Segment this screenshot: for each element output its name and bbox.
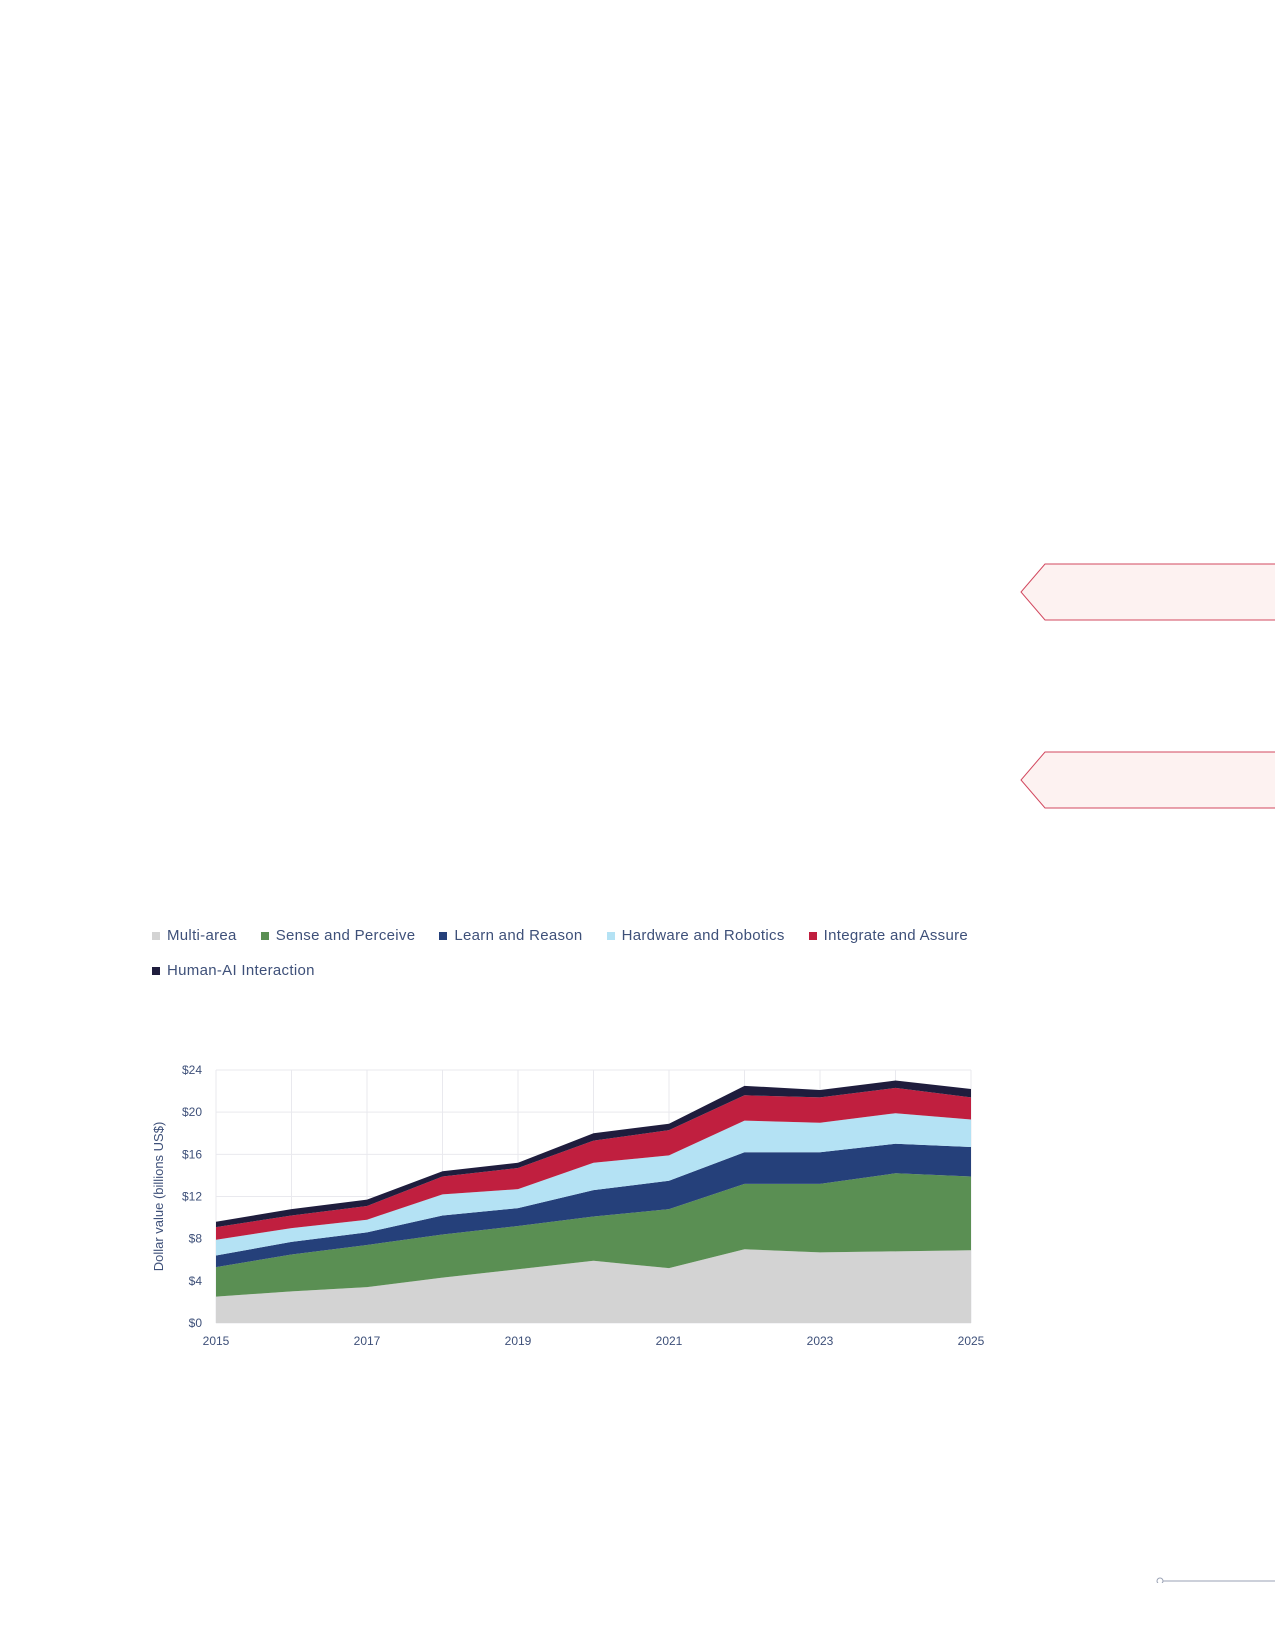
y-tick-label: $20 bbox=[182, 1105, 202, 1119]
legend-swatch bbox=[152, 931, 160, 940]
y-tick-label: $4 bbox=[189, 1274, 203, 1288]
legend-item-multi-area: Multi-area bbox=[152, 926, 237, 945]
legend-item-hardware-and-robotics: Hardware and Robotics bbox=[606, 926, 785, 945]
legend-label: Multi-area bbox=[167, 927, 237, 944]
legend-swatch bbox=[808, 931, 817, 940]
y-tick-label: $12 bbox=[182, 1190, 202, 1204]
y-axis-label: Dollar value (billions US$) bbox=[151, 1122, 166, 1272]
y-tick-label: $8 bbox=[189, 1232, 203, 1246]
x-tick-label: 2025 bbox=[958, 1334, 985, 1348]
legend-label: Learn and Reason bbox=[454, 927, 583, 944]
legend-item-human-ai-interaction: Human-AI Interaction bbox=[152, 961, 315, 980]
legend-item-sense-and-perceive: Sense and Perceive bbox=[260, 926, 416, 945]
x-tick-label: 2023 bbox=[807, 1334, 834, 1348]
legend-label: Hardware and Robotics bbox=[621, 927, 785, 944]
legend-item-integrate-and-assure: Integrate and Assure bbox=[808, 926, 969, 945]
x-tick-label: 2019 bbox=[505, 1334, 532, 1348]
y-tick-label: $0 bbox=[189, 1316, 203, 1330]
legend-label: Sense and Perceive bbox=[275, 927, 416, 944]
legend-label: Integrate and Assure bbox=[823, 927, 969, 944]
x-tick-label: 2021 bbox=[656, 1334, 683, 1348]
chart-legend: Multi-area Sense and Perceive Learn and … bbox=[152, 926, 992, 980]
callout-arrow-top bbox=[1020, 563, 1275, 623]
stacked-area-chart: $0 $4 $8 $12 $16 $20 $24 2015 2017 2019 2021 2023 20… bbox=[148, 1050, 998, 1360]
x-tick-label: 2017 bbox=[354, 1334, 381, 1348]
legend-swatch bbox=[152, 966, 160, 975]
legend-swatch bbox=[606, 931, 615, 940]
x-tick-label: 2015 bbox=[203, 1334, 230, 1348]
y-tick-label: $16 bbox=[182, 1147, 202, 1161]
legend-swatch bbox=[260, 931, 269, 940]
y-tick-label: $24 bbox=[182, 1063, 202, 1077]
callout-arrow-bottom bbox=[1020, 751, 1275, 811]
page-rule bbox=[1155, 1573, 1275, 1583]
legend-item-learn-and-reason: Learn and Reason bbox=[439, 926, 582, 945]
legend-swatch bbox=[439, 931, 448, 940]
legend-label: Human-AI Interaction bbox=[167, 962, 315, 979]
